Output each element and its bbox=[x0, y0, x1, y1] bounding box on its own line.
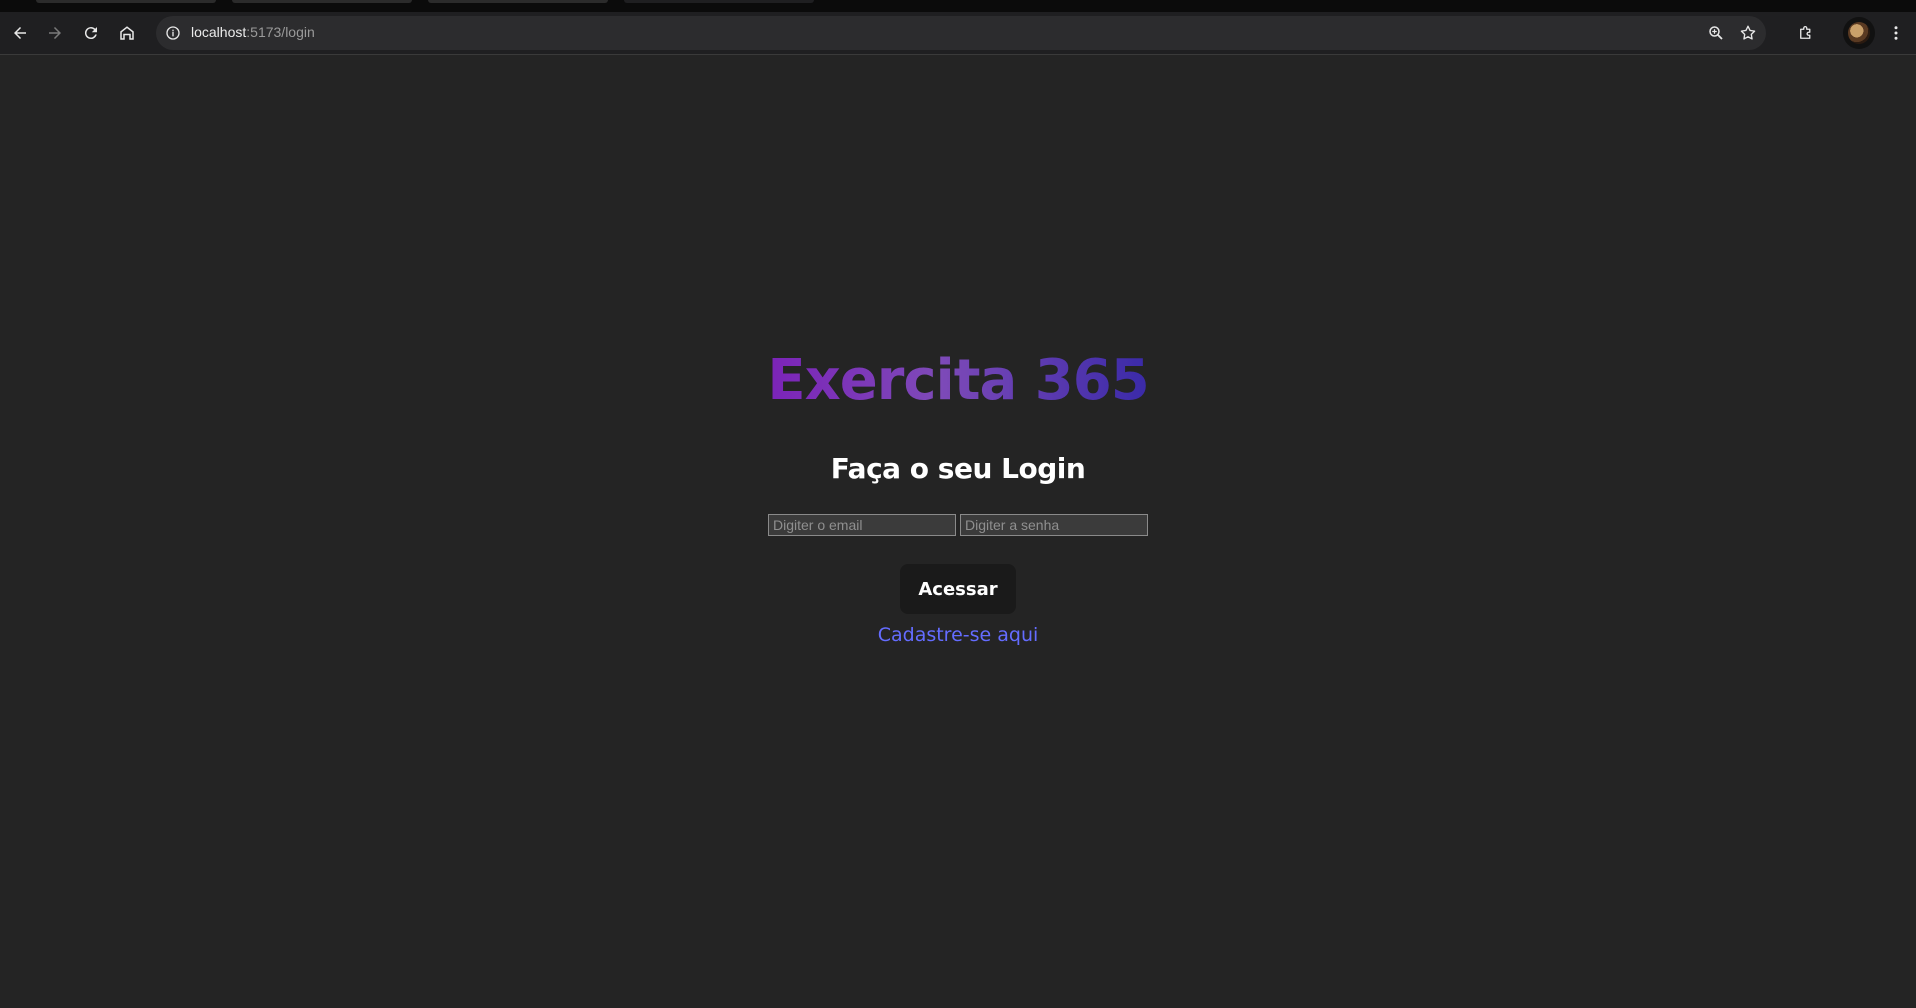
brand-text: Exercita 365 bbox=[767, 348, 1149, 413]
reload-button[interactable] bbox=[75, 17, 107, 49]
password-input[interactable] bbox=[960, 514, 1148, 536]
tab[interactable] bbox=[428, 0, 608, 3]
login-heading: Faça o seu Login bbox=[830, 452, 1086, 485]
forward-arrow-icon bbox=[49, 27, 61, 39]
puzzle-icon bbox=[1800, 26, 1811, 39]
register-link[interactable]: Cadastre-se aqui bbox=[878, 624, 1039, 646]
acessar-button[interactable]: Acessar bbox=[900, 564, 1016, 614]
tab[interactable] bbox=[232, 0, 412, 3]
back-arrow-icon bbox=[14, 27, 26, 39]
brand-title: Exercita 365 bbox=[0, 348, 1916, 413]
menu-button[interactable] bbox=[1880, 17, 1912, 49]
tab-strip bbox=[0, 0, 1916, 12]
extensions-button[interactable] bbox=[1790, 17, 1822, 49]
reload-icon bbox=[84, 27, 97, 40]
browser-toolbar: localhost:5173/login bbox=[0, 12, 1916, 55]
star-icon[interactable] bbox=[1738, 23, 1758, 43]
forward-button[interactable] bbox=[39, 17, 71, 49]
home-button[interactable] bbox=[111, 17, 143, 49]
back-button[interactable] bbox=[4, 17, 36, 49]
zoom-icon[interactable] bbox=[1706, 23, 1726, 43]
home-icon bbox=[120, 26, 134, 40]
url-host: localhost bbox=[191, 24, 247, 40]
info-icon[interactable] bbox=[163, 23, 183, 43]
login-form bbox=[768, 514, 1148, 538]
url-text[interactable]: localhost:5173/login bbox=[191, 24, 315, 40]
profile-picture bbox=[1848, 22, 1870, 44]
register-link-container: Cadastre-se aqui bbox=[0, 624, 1916, 646]
tab[interactable] bbox=[36, 0, 216, 3]
kebab-menu-icon bbox=[1894, 26, 1898, 40]
url-path: :5173/login bbox=[246, 24, 315, 40]
tab-active[interactable] bbox=[624, 0, 814, 3]
email-input[interactable] bbox=[768, 514, 956, 536]
avatar[interactable] bbox=[1843, 17, 1875, 49]
address-bar[interactable]: localhost:5173/login bbox=[156, 16, 1766, 50]
